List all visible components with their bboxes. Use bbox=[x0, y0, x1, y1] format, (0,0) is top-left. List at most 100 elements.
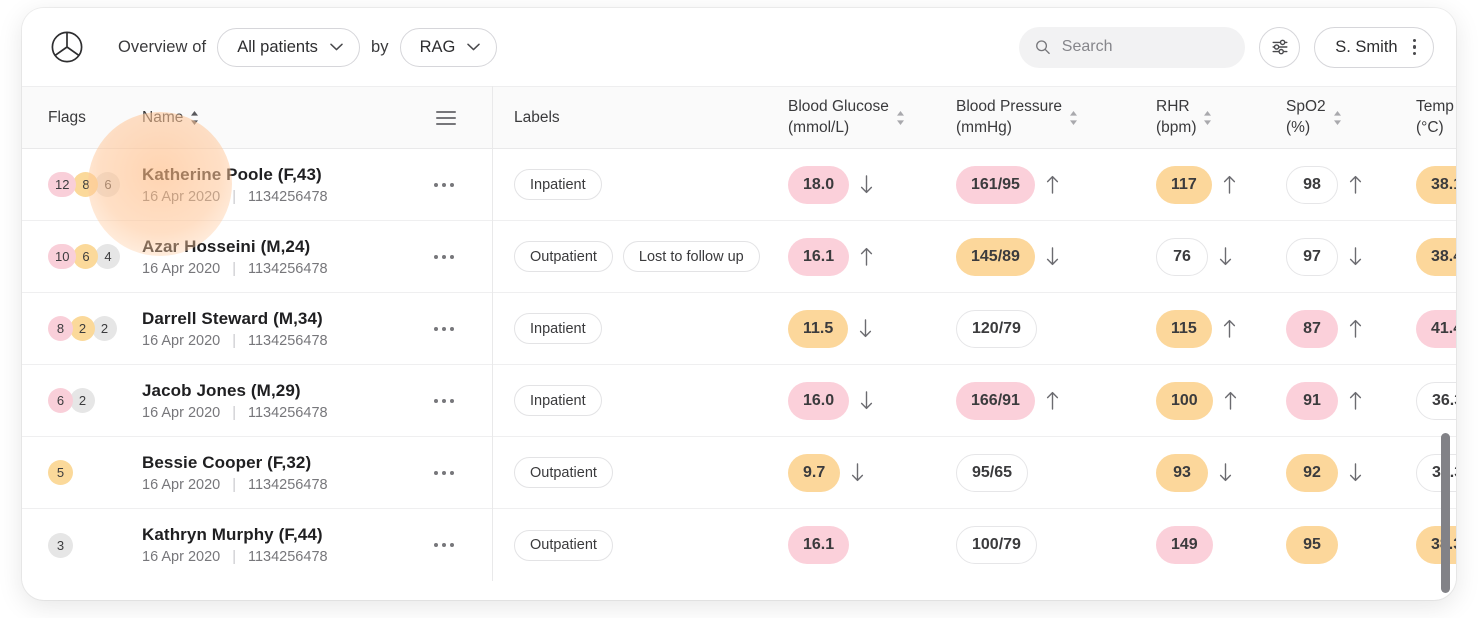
cell-blood-glucose: 11.5 bbox=[776, 309, 944, 348]
blood-glucose-pill: 16.1 bbox=[788, 526, 850, 564]
label-chip[interactable]: Inpatient bbox=[514, 169, 602, 200]
column-header-name-label: Name bbox=[142, 108, 184, 126]
cell-temp: 38.4 bbox=[1404, 237, 1456, 276]
scrollbar-thumb[interactable] bbox=[1441, 433, 1450, 593]
vertical-scrollbar[interactable] bbox=[1441, 433, 1450, 593]
label-chip[interactable]: Outpatient bbox=[514, 241, 613, 272]
separator: | bbox=[232, 404, 236, 421]
separator: | bbox=[232, 260, 236, 277]
column-header-labels-label: Labels bbox=[514, 108, 560, 126]
table-row[interactable]: 8 2 2 Darrell Steward (M,34) 16 Apr 2020 | 113… bbox=[22, 293, 1456, 365]
kebab-vertical-icon[interactable] bbox=[1410, 37, 1419, 57]
cell-spo2: 87 bbox=[1274, 309, 1404, 348]
patient-circle-logo-icon[interactable] bbox=[44, 24, 90, 70]
column-header-temp-line1: Temp bbox=[1416, 97, 1454, 115]
trend-up-icon bbox=[1349, 175, 1362, 194]
cell-flags: 822 bbox=[22, 316, 142, 341]
flag-badge[interactable]: 10 bbox=[48, 244, 77, 269]
table-row[interactable]: 3 Kathryn Murphy (F,44) 16 Apr 2020 | 113425… bbox=[22, 509, 1456, 581]
flag-badge[interactable]: 12 bbox=[48, 172, 77, 197]
patient-id: 1134256478 bbox=[248, 332, 328, 349]
row-actions-kebab-icon[interactable] bbox=[434, 398, 454, 403]
cell-spo2: 91 bbox=[1274, 381, 1404, 420]
search-input[interactable] bbox=[1061, 38, 1230, 56]
record-date: 16 Apr 2020 bbox=[142, 549, 221, 565]
patient-id: 1134256478 bbox=[248, 476, 328, 493]
table-row[interactable]: 10 6 4 Azar Hosseini (M,24) 16 Apr 2020 | 1134… bbox=[22, 221, 1456, 293]
patient-table: Flags Name Labels Blood Glucose (mmol/L)… bbox=[22, 86, 1456, 581]
sort-arrows-icon[interactable] bbox=[896, 110, 905, 126]
flag-badge[interactable]: 6 bbox=[48, 388, 73, 413]
table-row[interactable]: 5 Bessie Cooper (F,32) 16 Apr 2020 | 1134256… bbox=[22, 437, 1456, 509]
flag-badge[interactable]: 2 bbox=[70, 316, 95, 341]
sort-arrows-icon[interactable] bbox=[1333, 110, 1342, 126]
table-row[interactable]: 6 2 Jacob Jones (M,29) 16 Apr 2020 | 11342564… bbox=[22, 365, 1456, 437]
patients-filter-dropdown[interactable]: All patients bbox=[217, 27, 360, 67]
flag-badge[interactable]: 6 bbox=[73, 244, 99, 269]
blood-pressure-pill: 145/89 bbox=[956, 237, 1035, 276]
filter-settings-button[interactable] bbox=[1259, 26, 1301, 68]
patient-name: Jacob Jones (M,29) bbox=[142, 381, 492, 401]
row-actions-kebab-icon[interactable] bbox=[434, 470, 454, 475]
record-date: 16 Apr 2020 bbox=[142, 260, 221, 277]
sort-arrows-icon[interactable] bbox=[1203, 110, 1212, 126]
cell-labels: Outpatient bbox=[492, 529, 776, 561]
row-actions-kebab-icon[interactable] bbox=[434, 254, 454, 259]
cell-name: Jacob Jones (M,29) 16 Apr 2020 | 1134256478 bbox=[142, 381, 492, 421]
cell-temp: 36.3 bbox=[1404, 381, 1456, 420]
grouping-filter-dropdown[interactable]: RAG bbox=[399, 27, 498, 67]
cell-name: Azar Hosseini (M,24) 16 Apr 2020 | 11342564… bbox=[142, 237, 492, 277]
flag-badge[interactable]: 6 bbox=[95, 172, 121, 197]
table-row[interactable]: 12 8 6 Katherine Poole (F,43) 16 Apr 2020 | 11… bbox=[22, 149, 1456, 221]
label-chip[interactable]: Outpatient bbox=[514, 457, 613, 488]
table-header-row: Flags Name Labels Blood Glucose (mmol/L)… bbox=[22, 86, 1456, 149]
column-header-name[interactable]: Name bbox=[142, 109, 492, 127]
column-header-rhr[interactable]: RHR (bpm) bbox=[1144, 97, 1274, 138]
flag-badge[interactable]: 2 bbox=[70, 388, 95, 413]
column-header-temp[interactable]: Temp (°C) bbox=[1404, 97, 1456, 138]
trend-up-icon bbox=[1223, 319, 1235, 338]
row-actions-kebab-icon[interactable] bbox=[434, 326, 454, 331]
row-actions-kebab-icon[interactable] bbox=[434, 543, 454, 547]
flag-badge[interactable]: 8 bbox=[48, 316, 73, 341]
patient-demographics: (F,43) bbox=[277, 164, 322, 184]
row-actions-kebab-icon[interactable] bbox=[434, 182, 454, 187]
sort-arrows-icon[interactable] bbox=[190, 110, 199, 126]
trend-down-icon bbox=[1349, 247, 1362, 266]
flag-badge[interactable]: 8 bbox=[73, 172, 99, 197]
label-chip[interactable]: Inpatient bbox=[514, 313, 602, 344]
column-header-labels[interactable]: Labels bbox=[492, 109, 776, 127]
column-header-flags[interactable]: Flags bbox=[22, 109, 142, 127]
blood-glucose-pill: 9.7 bbox=[788, 453, 841, 492]
flag-badge[interactable]: 3 bbox=[48, 532, 73, 558]
separator: | bbox=[232, 188, 236, 205]
temp-pill: 37.3 bbox=[1416, 453, 1456, 492]
flag-badge[interactable]: 2 bbox=[92, 316, 117, 341]
flag-badge[interactable]: 4 bbox=[95, 244, 121, 269]
table-body: 12 8 6 Katherine Poole (F,43) 16 Apr 2020 | 11… bbox=[22, 149, 1456, 581]
spo2-pill: 91 bbox=[1286, 381, 1338, 420]
trend-down-icon bbox=[852, 463, 864, 482]
column-header-spo2[interactable]: SpO2 (%) bbox=[1274, 97, 1404, 138]
label-chip[interactable]: Outpatient bbox=[514, 529, 613, 561]
trend-up-icon bbox=[861, 247, 873, 266]
label-chip[interactable]: Inpatient bbox=[514, 385, 602, 416]
flag-badge[interactable]: 5 bbox=[48, 460, 73, 485]
column-header-blood-glucose[interactable]: Blood Glucose (mmol/L) bbox=[776, 97, 944, 138]
patient-id: 1134256478 bbox=[248, 260, 328, 277]
column-header-blood-pressure[interactable]: Blood Pressure (mmHg) bbox=[944, 97, 1144, 138]
rhr-pill: 100 bbox=[1156, 381, 1213, 420]
grouping-filter-value: RAG bbox=[419, 37, 456, 56]
column-header-spo2-line2: (%) bbox=[1286, 118, 1311, 136]
label-chip[interactable]: Lost to follow up bbox=[622, 241, 760, 272]
trend-down-icon bbox=[1219, 463, 1232, 482]
hamburger-menu-icon[interactable] bbox=[436, 110, 456, 125]
separator: | bbox=[232, 476, 236, 493]
cell-flags: 12 8 6 bbox=[22, 172, 142, 197]
patient-demographics: (M,24) bbox=[260, 236, 311, 256]
blood-pressure-pill: 95/65 bbox=[956, 453, 1029, 492]
sort-arrows-icon[interactable] bbox=[1069, 110, 1078, 126]
user-account-menu[interactable]: S. Smith bbox=[1314, 26, 1434, 68]
search-box[interactable] bbox=[1019, 26, 1246, 68]
record-date: 16 Apr 2020 bbox=[142, 404, 221, 421]
